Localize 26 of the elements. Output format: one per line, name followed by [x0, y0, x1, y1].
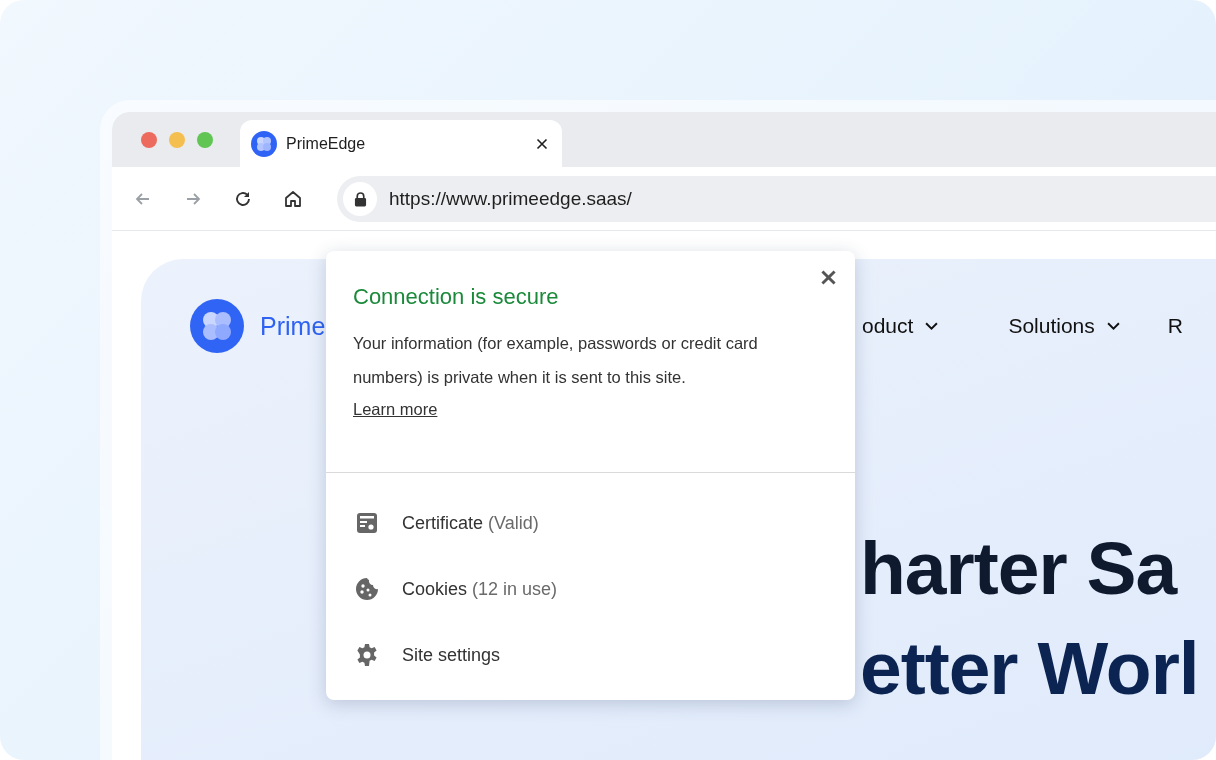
close-icon[interactable] [536, 137, 548, 150]
address-bar[interactable]: https://www.primeedge.saas/ [337, 175, 1216, 222]
close-window-button[interactable] [141, 132, 157, 148]
logo-icon [190, 299, 244, 353]
close-icon[interactable] [820, 269, 837, 286]
learn-more-link[interactable]: Learn more [353, 400, 438, 418]
popup-menu-item[interactable]: Site settings [326, 622, 855, 688]
settings-icon [355, 643, 379, 667]
popup-description: Your information (for example, passwords or credit card numbers) is private when it is sent to this site. [353, 333, 759, 388]
nav-menu-item[interactable]: Solutions [1008, 314, 1120, 338]
popup-menu-item[interactable]: Cookies (12 in use) [326, 556, 855, 622]
certificate-icon [355, 511, 379, 535]
browser-tab[interactable]: PrimeEdge [240, 120, 562, 167]
hero-heading: harter Sa [860, 525, 1179, 612]
nav-menu-item[interactable]: oduct [862, 314, 939, 338]
lock-icon[interactable] [343, 181, 377, 216]
brand-name: Prime [260, 311, 326, 341]
caret-icon[interactable] [925, 321, 939, 331]
hero-heading: etter Worl [860, 625, 1200, 712]
caret-icon[interactable] [1106, 321, 1120, 331]
popup-title: Connection is secure [353, 284, 560, 310]
popup-menu-item[interactable]: Certificate (Valid) [326, 490, 855, 556]
nav-menu-item[interactable]: R [1167, 314, 1183, 338]
logo-icon [251, 130, 277, 157]
home-icon[interactable] [283, 188, 303, 209]
cookie-icon [355, 577, 379, 601]
